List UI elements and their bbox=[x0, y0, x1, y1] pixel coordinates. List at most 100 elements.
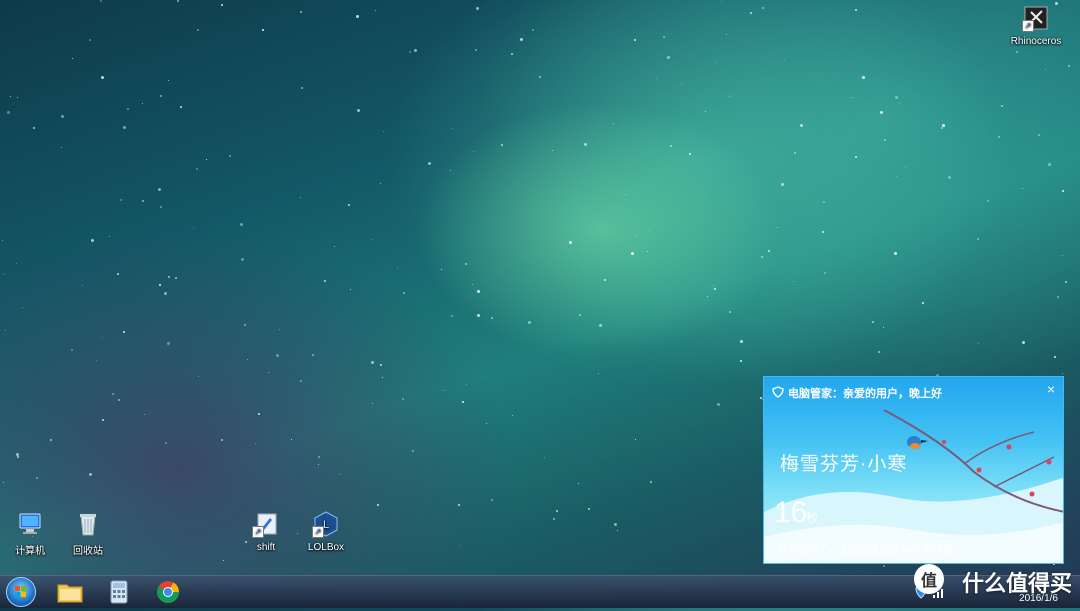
shift-shortcut-icon: ↗ bbox=[252, 510, 280, 538]
star bbox=[729, 96, 730, 97]
star bbox=[428, 162, 431, 165]
star bbox=[466, 384, 467, 385]
star bbox=[175, 277, 177, 279]
desktop-icon-label: LOLBox bbox=[307, 542, 345, 553]
star bbox=[707, 296, 708, 297]
computer-icon bbox=[16, 510, 44, 538]
shortcut-arrow-icon: ↗ bbox=[1022, 20, 1034, 32]
star bbox=[383, 131, 384, 132]
star bbox=[998, 136, 1000, 138]
desktop-icon-lolbox[interactable]: L ↗ LOLBox bbox=[296, 510, 356, 553]
star bbox=[880, 111, 883, 114]
star bbox=[276, 354, 279, 357]
star bbox=[164, 292, 167, 295]
star bbox=[1001, 105, 1003, 107]
popup-title-text: 电脑管家：亲爱的用户，晚上好 bbox=[788, 388, 942, 400]
star bbox=[878, 351, 880, 353]
star bbox=[556, 510, 558, 512]
star bbox=[465, 263, 467, 265]
star bbox=[36, 477, 38, 479]
popup-close-button[interactable]: × bbox=[1047, 381, 1055, 397]
star bbox=[61, 115, 64, 118]
star bbox=[800, 124, 803, 127]
star bbox=[501, 144, 503, 146]
star bbox=[339, 474, 340, 475]
boot-status-text: 开机完成了，速度超越全国 99% 的电脑 bbox=[778, 545, 954, 556]
star bbox=[894, 252, 897, 255]
star bbox=[168, 276, 170, 278]
star bbox=[667, 56, 670, 59]
star bbox=[512, 415, 513, 416]
star bbox=[177, 0, 179, 2]
star bbox=[462, 401, 464, 403]
star bbox=[206, 159, 207, 160]
star bbox=[987, 200, 989, 202]
star bbox=[569, 241, 572, 244]
desktop-icon-shift[interactable]: ↗ shift bbox=[236, 510, 296, 553]
pc-manager-notification[interactable]: 电脑管家：亲爱的用户，晚上好 × 梅雪芬芳·小寒 16 秒 开机完成了，速度超越… bbox=[763, 376, 1064, 564]
star bbox=[158, 188, 161, 191]
star bbox=[528, 321, 531, 324]
star bbox=[61, 147, 62, 148]
star bbox=[377, 504, 379, 506]
star bbox=[1045, 69, 1046, 70]
star bbox=[109, 236, 110, 237]
star bbox=[223, 560, 224, 561]
star bbox=[142, 200, 144, 202]
desktop-icon-recycle-bin[interactable]: 回收站 bbox=[58, 510, 118, 557]
star bbox=[123, 331, 125, 333]
star bbox=[255, 443, 256, 444]
star bbox=[229, 155, 231, 157]
star bbox=[10, 96, 11, 97]
star bbox=[89, 39, 91, 41]
star bbox=[371, 239, 372, 240]
star bbox=[793, 281, 794, 282]
star bbox=[112, 393, 114, 395]
star bbox=[300, 380, 302, 382]
desktop-icon-computer[interactable]: 计算机 bbox=[0, 510, 60, 557]
star bbox=[475, 49, 477, 51]
desktop-icon-rhinoceros[interactable]: ↗ Rhinoceros bbox=[1006, 4, 1066, 47]
star bbox=[599, 324, 602, 327]
star bbox=[180, 106, 182, 108]
star bbox=[291, 439, 292, 440]
star bbox=[1048, 163, 1051, 166]
star bbox=[777, 227, 778, 228]
start-button[interactable] bbox=[2, 577, 40, 607]
star bbox=[539, 76, 541, 78]
star bbox=[240, 223, 243, 226]
desktop-icon-label: Rhinoceros bbox=[1010, 36, 1062, 47]
watermark-badge-text: 值 bbox=[920, 573, 937, 590]
taskbar-file-explorer[interactable] bbox=[51, 578, 89, 606]
star bbox=[762, 7, 764, 9]
star bbox=[3, 274, 4, 275]
popup-title: 电脑管家：亲爱的用户，晚上好 bbox=[772, 385, 942, 401]
star bbox=[855, 9, 857, 11]
star bbox=[451, 315, 453, 317]
star bbox=[397, 267, 398, 268]
star bbox=[588, 508, 590, 510]
star bbox=[681, 83, 682, 84]
star bbox=[7, 111, 10, 114]
shortcut-arrow-icon: ↗ bbox=[312, 526, 324, 538]
star bbox=[458, 504, 460, 506]
taskbar-calculator[interactable] bbox=[100, 578, 138, 606]
calculator-icon bbox=[110, 580, 128, 604]
star bbox=[486, 423, 487, 424]
star bbox=[896, 176, 897, 177]
star bbox=[33, 127, 35, 129]
star bbox=[781, 183, 784, 186]
star bbox=[301, 87, 303, 89]
star bbox=[895, 96, 898, 99]
shield-icon bbox=[772, 385, 784, 401]
star bbox=[402, 398, 404, 400]
watermark-text: 什么值得买 bbox=[961, 571, 1072, 596]
star bbox=[167, 342, 170, 345]
taskbar-chrome[interactable] bbox=[149, 578, 187, 606]
star bbox=[670, 145, 672, 147]
star bbox=[604, 279, 606, 281]
star bbox=[350, 289, 351, 290]
chrome-icon bbox=[157, 581, 179, 603]
star bbox=[2, 240, 3, 241]
star bbox=[714, 288, 716, 290]
